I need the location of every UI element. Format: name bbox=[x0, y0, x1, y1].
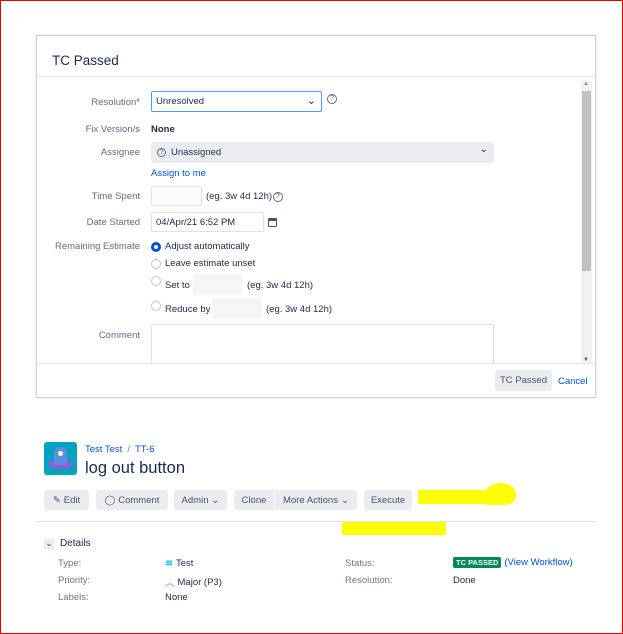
execute-button[interactable]: Execute bbox=[364, 490, 412, 510]
assignee-label: Assignee bbox=[100, 147, 140, 158]
status-label: Status: bbox=[345, 558, 375, 569]
chevron-down-icon: ⌄ bbox=[211, 494, 220, 506]
fix-version-value: None bbox=[151, 124, 175, 135]
chevron-down-icon: ⌄ bbox=[479, 144, 488, 155]
radio-reduce-by[interactable] bbox=[151, 301, 161, 311]
reduce-by-hint: (eg. 3w 4d 12h) bbox=[266, 304, 333, 315]
radio-label: Reduce by bbox=[165, 304, 211, 315]
labels-value: None bbox=[165, 592, 188, 603]
dialog-title: TC Passed bbox=[52, 53, 119, 68]
breadcrumb: Test Test / TT-6 bbox=[85, 444, 155, 455]
breadcrumb-project[interactable]: Test Test bbox=[85, 444, 122, 455]
comment-textarea[interactable] bbox=[151, 324, 494, 364]
issue-title[interactable]: log out button bbox=[85, 459, 185, 478]
transition-dialog: TC Passed Resolution* Unresolved ⌄ ? Fix … bbox=[36, 35, 596, 398]
tc-passed-submit-button[interactable]: TC Passed bbox=[495, 370, 552, 391]
priority-value: ︿ Major (P3) bbox=[165, 576, 222, 590]
radio-adjust-automatically[interactable] bbox=[151, 242, 161, 252]
radio-label: Set to bbox=[165, 280, 190, 291]
scrollbar[interactable]: ▲ ▼ bbox=[581, 81, 592, 363]
admin-button[interactable]: Admin ⌄ bbox=[174, 490, 227, 510]
comment-icon: ◯ bbox=[104, 494, 116, 506]
resolution-select[interactable]: Unresolved ⌄ bbox=[151, 91, 322, 112]
help-icon[interactable]: ? bbox=[273, 192, 283, 202]
highlight-mark bbox=[342, 522, 446, 535]
view-workflow-link[interactable]: (View Workflow) bbox=[504, 557, 572, 568]
radio-set-to[interactable] bbox=[151, 276, 161, 286]
scroll-up-icon[interactable]: ▲ bbox=[583, 81, 589, 87]
radio-leave-unset[interactable] bbox=[151, 259, 161, 269]
reduce-by-input[interactable] bbox=[212, 298, 262, 319]
date-started-input[interactable]: 04/Apr/21 6:52 PM bbox=[151, 212, 264, 232]
time-spent-input[interactable] bbox=[151, 186, 202, 206]
breadcrumb-issue-key[interactable]: TT-6 bbox=[135, 444, 155, 455]
divider bbox=[37, 363, 595, 364]
priority-label: Priority: bbox=[58, 575, 91, 586]
more-actions-button[interactable]: More Actions ⌄ bbox=[275, 490, 357, 510]
details-toggle[interactable]: ⌄ Details bbox=[44, 538, 91, 549]
chevron-down-icon: ⌄ bbox=[340, 494, 349, 506]
remaining-estimate-label: Remaining Estimate bbox=[54, 241, 140, 252]
assign-to-me-link[interactable]: Assign to me bbox=[151, 168, 206, 179]
clone-button[interactable]: Clone bbox=[234, 490, 274, 510]
pencil-icon: ✎ bbox=[52, 494, 61, 506]
date-started-label: Date Started bbox=[86, 217, 140, 228]
chevron-down-icon: ⌄ bbox=[44, 538, 54, 549]
divider bbox=[36, 521, 596, 522]
project-avatar bbox=[44, 442, 77, 475]
status-badge: TC PASSED bbox=[453, 557, 502, 568]
calendar-icon[interactable] bbox=[268, 218, 277, 227]
resolution-label: Resolution* bbox=[91, 97, 140, 108]
resolution-value: Unresolved bbox=[156, 96, 205, 107]
assignee-select[interactable]: ? Unassigned ⌄ bbox=[151, 142, 494, 163]
radio-label: Leave estimate unset bbox=[165, 258, 256, 269]
set-to-hint: (eg. 3w 4d 12h) bbox=[247, 280, 314, 291]
comment-label: Comment bbox=[98, 330, 140, 341]
user-icon: ? bbox=[157, 148, 166, 157]
assignee-value: Unassigned bbox=[171, 147, 222, 158]
cancel-link[interactable]: Cancel bbox=[558, 376, 588, 387]
scrollbar-thumb[interactable] bbox=[582, 91, 591, 271]
help-icon[interactable]: ? bbox=[327, 94, 337, 104]
type-value: ≋ Test bbox=[165, 558, 194, 569]
divider bbox=[37, 76, 595, 77]
status-value: TC PASSED (View Workflow) bbox=[453, 557, 573, 568]
resolution-detail-value: Done bbox=[453, 575, 476, 586]
comment-button[interactable]: ◯ Comment bbox=[96, 490, 168, 510]
highlight-mark bbox=[485, 483, 516, 505]
fix-version-label: Fix Version/s bbox=[85, 124, 140, 135]
type-label: Type: bbox=[58, 558, 82, 569]
highlight-mark bbox=[418, 490, 490, 504]
set-to-input[interactable] bbox=[193, 274, 242, 295]
test-type-icon: ≋ bbox=[165, 558, 173, 569]
priority-major-icon: ︿ bbox=[165, 578, 175, 589]
labels-label: Labels: bbox=[58, 592, 89, 603]
edit-button[interactable]: ✎ Edit bbox=[44, 490, 89, 510]
time-spent-label: Time Spent bbox=[91, 191, 140, 202]
time-spent-hint: (eg. 3w 4d 12h) bbox=[206, 191, 273, 202]
radio-label: Adjust automatically bbox=[165, 241, 250, 252]
resolution-detail-label: Resolution: bbox=[345, 575, 393, 586]
chevron-down-icon: ⌄ bbox=[306, 95, 316, 107]
